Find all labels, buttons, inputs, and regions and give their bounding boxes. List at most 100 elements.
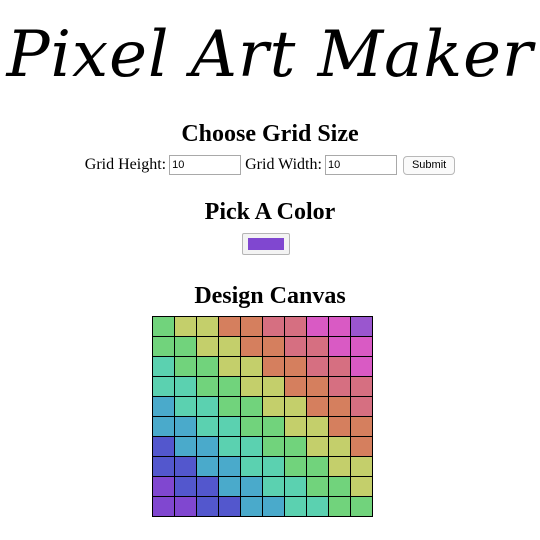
canvas-cell[interactable] [196,376,219,397]
canvas-cell[interactable] [284,456,307,477]
canvas-cell[interactable] [262,316,285,337]
canvas-cell[interactable] [240,336,263,357]
canvas-cell[interactable] [174,356,197,377]
canvas-cell[interactable] [218,396,241,417]
canvas-cell[interactable] [350,416,373,437]
canvas-cell[interactable] [306,436,329,457]
canvas-cell[interactable] [306,316,329,337]
canvas-cell[interactable] [306,336,329,357]
canvas-cell[interactable] [152,376,175,397]
canvas-cell[interactable] [328,316,351,337]
canvas-cell[interactable] [284,336,307,357]
grid-width-input[interactable] [324,155,397,175]
canvas-cell[interactable] [262,376,285,397]
canvas-cell[interactable] [152,356,175,377]
canvas-cell[interactable] [152,316,175,337]
canvas-cell[interactable] [196,336,219,357]
canvas-cell[interactable] [306,376,329,397]
canvas-cell[interactable] [350,316,373,337]
canvas-cell[interactable] [262,436,285,457]
canvas-cell[interactable] [152,336,175,357]
pixel-canvas[interactable] [152,316,373,517]
canvas-cell[interactable] [196,436,219,457]
canvas-cell[interactable] [350,336,373,357]
canvas-cell[interactable] [284,376,307,397]
canvas-cell[interactable] [350,376,373,397]
canvas-cell[interactable] [306,496,329,517]
canvas-cell[interactable] [328,336,351,357]
canvas-cell[interactable] [262,356,285,377]
canvas-cell[interactable] [328,396,351,417]
canvas-cell[interactable] [218,376,241,397]
canvas-cell[interactable] [262,476,285,497]
canvas-cell[interactable] [174,416,197,437]
canvas-cell[interactable] [240,376,263,397]
canvas-cell[interactable] [218,476,241,497]
canvas-cell[interactable] [174,496,197,517]
canvas-cell[interactable] [196,496,219,517]
submit-button[interactable]: Submit [402,155,456,175]
canvas-cell[interactable] [174,396,197,417]
canvas-cell[interactable] [152,436,175,457]
canvas-cell[interactable] [284,476,307,497]
canvas-cell[interactable] [306,356,329,377]
canvas-cell[interactable] [174,336,197,357]
canvas-cell[interactable] [196,476,219,497]
canvas-cell[interactable] [284,496,307,517]
color-picker[interactable] [242,233,290,255]
canvas-cell[interactable] [284,436,307,457]
canvas-cell[interactable] [152,416,175,437]
canvas-cell[interactable] [262,496,285,517]
canvas-cell[interactable] [218,336,241,357]
canvas-cell[interactable] [152,476,175,497]
canvas-cell[interactable] [328,456,351,477]
canvas-cell[interactable] [218,496,241,517]
canvas-cell[interactable] [240,396,263,417]
canvas-cell[interactable] [350,456,373,477]
grid-height-input[interactable] [169,155,242,175]
canvas-cell[interactable] [240,316,263,337]
canvas-cell[interactable] [306,476,329,497]
canvas-cell[interactable] [240,416,263,437]
canvas-cell[interactable] [284,356,307,377]
canvas-cell[interactable] [306,416,329,437]
canvas-cell[interactable] [350,496,373,517]
canvas-cell[interactable] [152,456,175,477]
canvas-cell[interactable] [262,336,285,357]
canvas-cell[interactable] [306,456,329,477]
canvas-cell[interactable] [284,316,307,337]
canvas-cell[interactable] [306,396,329,417]
canvas-cell[interactable] [350,476,373,497]
canvas-cell[interactable] [284,416,307,437]
canvas-cell[interactable] [350,436,373,457]
canvas-cell[interactable] [262,456,285,477]
canvas-cell[interactable] [174,376,197,397]
canvas-cell[interactable] [328,356,351,377]
canvas-cell[interactable] [174,476,197,497]
canvas-cell[interactable] [328,436,351,457]
canvas-cell[interactable] [196,316,219,337]
canvas-cell[interactable] [174,456,197,477]
canvas-cell[interactable] [218,456,241,477]
canvas-cell[interactable] [328,376,351,397]
canvas-cell[interactable] [350,356,373,377]
canvas-cell[interactable] [196,356,219,377]
canvas-cell[interactable] [218,356,241,377]
canvas-cell[interactable] [240,496,263,517]
canvas-cell[interactable] [174,316,197,337]
canvas-cell[interactable] [196,396,219,417]
canvas-cell[interactable] [262,416,285,437]
canvas-cell[interactable] [328,496,351,517]
canvas-cell[interactable] [152,496,175,517]
canvas-cell[interactable] [218,316,241,337]
canvas-cell[interactable] [240,456,263,477]
canvas-cell[interactable] [262,396,285,417]
canvas-cell[interactable] [240,436,263,457]
canvas-cell[interactable] [196,456,219,477]
canvas-cell[interactable] [196,416,219,437]
canvas-cell[interactable] [218,436,241,457]
canvas-cell[interactable] [152,396,175,417]
canvas-cell[interactable] [350,396,373,417]
canvas-cell[interactable] [218,416,241,437]
canvas-cell[interactable] [328,416,351,437]
